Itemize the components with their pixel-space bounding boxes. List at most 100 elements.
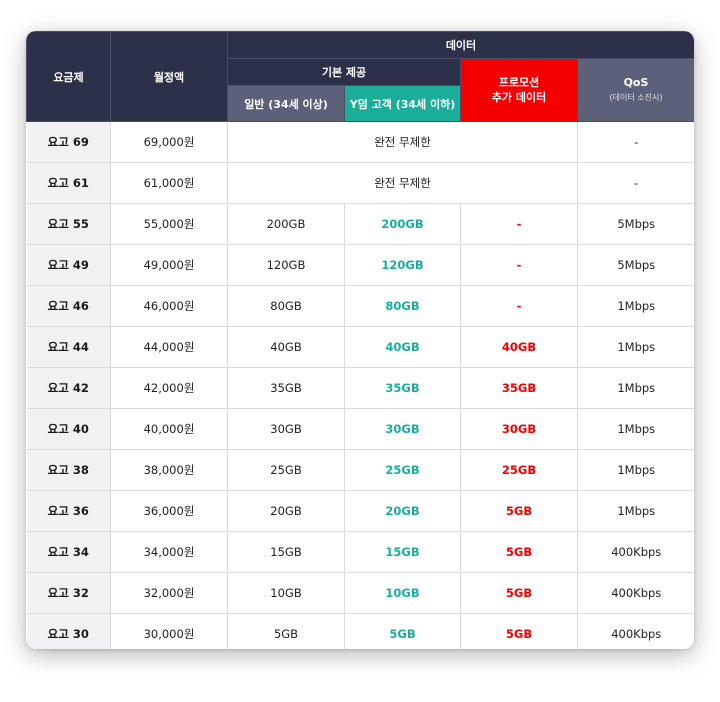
table-row: 요고 30 30,000원 5GB 5GB 5GB 400Kbps bbox=[26, 613, 694, 649]
price-cell: 40,000원 bbox=[110, 408, 228, 450]
table-body: 요고 69 69,000원 완전 무제한 - 요고 61 61,000원 완전 … bbox=[26, 121, 694, 649]
qos-cell: 400Kbps bbox=[577, 572, 694, 614]
plan-cell: 요고 36 bbox=[26, 490, 111, 532]
table-row: 요고 46 46,000원 80GB 80GB - 1Mbps bbox=[26, 285, 694, 327]
qos-cell: 400Kbps bbox=[577, 531, 694, 573]
price-cell: 55,000원 bbox=[110, 203, 228, 245]
plan-table-card: 요금제 월정액 데이터 기본 제공 프로모션 추가 데이터 QoS (데이터 소… bbox=[26, 31, 694, 649]
ydum-data-cell: 30GB bbox=[344, 408, 461, 450]
general-data-cell: 5GB bbox=[227, 613, 345, 649]
general-data-cell: 25GB bbox=[227, 449, 345, 491]
price-cell: 36,000원 bbox=[110, 490, 228, 532]
promo-data-cell: 30GB bbox=[460, 408, 578, 450]
plan-cell: 요고 40 bbox=[26, 408, 111, 450]
unlimited-cell: 완전 무제한 bbox=[227, 121, 578, 163]
plan-cell: 요고 69 bbox=[26, 121, 111, 163]
general-data-cell: 80GB bbox=[227, 285, 345, 327]
table-row: 요고 32 32,000원 10GB 10GB 5GB 400Kbps bbox=[26, 572, 694, 614]
ydum-data-cell: 40GB bbox=[344, 326, 461, 368]
promo-data-cell: - bbox=[460, 285, 578, 327]
general-data-cell: 20GB bbox=[227, 490, 345, 532]
promo-data-cell: - bbox=[460, 203, 578, 245]
ydum-data-cell: 200GB bbox=[344, 203, 461, 245]
table-row: 요고 34 34,000원 15GB 15GB 5GB 400Kbps bbox=[26, 531, 694, 573]
table-header: 요금제 월정액 데이터 기본 제공 프로모션 추가 데이터 QoS (데이터 소… bbox=[26, 31, 694, 122]
promo-data-cell: 25GB bbox=[460, 449, 578, 491]
qos-cell: 1Mbps bbox=[577, 326, 694, 368]
unlimited-cell: 완전 무제한 bbox=[227, 162, 578, 204]
price-cell: 44,000원 bbox=[110, 326, 228, 368]
plan-comparison-table: 요금제 월정액 데이터 기본 제공 프로모션 추가 데이터 QoS (데이터 소… bbox=[26, 31, 694, 649]
general-data-cell: 10GB bbox=[227, 572, 345, 614]
header-ydum: Y덤 고객 (34세 이하) bbox=[344, 85, 461, 122]
plan-cell: 요고 46 bbox=[26, 285, 111, 327]
qos-cell: 5Mbps bbox=[577, 203, 694, 245]
header-promo-line1: 프로모션 bbox=[498, 76, 540, 89]
ydum-data-cell: 10GB bbox=[344, 572, 461, 614]
price-cell: 69,000원 bbox=[110, 121, 228, 163]
ydum-data-cell: 20GB bbox=[344, 490, 461, 532]
header-plan: 요금제 bbox=[26, 31, 111, 122]
promo-data-cell: 5GB bbox=[460, 490, 578, 532]
ydum-data-cell: 120GB bbox=[344, 244, 461, 286]
promo-data-cell: 5GB bbox=[460, 572, 578, 614]
price-cell: 61,000원 bbox=[110, 162, 228, 204]
ydum-data-cell: 15GB bbox=[344, 531, 461, 573]
header-general: 일반 (34세 이상) bbox=[227, 85, 345, 122]
promo-data-cell: 5GB bbox=[460, 613, 578, 649]
header-qos-label: QoS bbox=[623, 76, 649, 89]
qos-cell: - bbox=[577, 162, 694, 204]
general-data-cell: 200GB bbox=[227, 203, 345, 245]
plan-cell: 요고 38 bbox=[26, 449, 111, 491]
plan-cell: 요고 30 bbox=[26, 613, 111, 649]
general-data-cell: 35GB bbox=[227, 367, 345, 409]
price-cell: 34,000원 bbox=[110, 531, 228, 573]
general-data-cell: 40GB bbox=[227, 326, 345, 368]
promo-data-cell: 35GB bbox=[460, 367, 578, 409]
qos-cell: 1Mbps bbox=[577, 490, 694, 532]
price-cell: 32,000원 bbox=[110, 572, 228, 614]
plan-cell: 요고 61 bbox=[26, 162, 111, 204]
promo-data-cell: 40GB bbox=[460, 326, 578, 368]
qos-cell: 1Mbps bbox=[577, 449, 694, 491]
plan-cell: 요고 55 bbox=[26, 203, 111, 245]
header-data: 데이터 bbox=[227, 31, 694, 59]
header-qos-note: (데이터 소진시) bbox=[609, 93, 663, 102]
table-row: 요고 55 55,000원 200GB 200GB - 5Mbps bbox=[26, 203, 694, 245]
header-promo: 프로모션 추가 데이터 bbox=[460, 58, 578, 122]
general-data-cell: 120GB bbox=[227, 244, 345, 286]
qos-cell: 1Mbps bbox=[577, 408, 694, 450]
qos-cell: - bbox=[577, 121, 694, 163]
plan-cell: 요고 42 bbox=[26, 367, 111, 409]
price-cell: 30,000원 bbox=[110, 613, 228, 649]
ydum-data-cell: 25GB bbox=[344, 449, 461, 491]
ydum-data-cell: 35GB bbox=[344, 367, 461, 409]
table-row: 요고 40 40,000원 30GB 30GB 30GB 1Mbps bbox=[26, 408, 694, 450]
table-row: 요고 36 36,000원 20GB 20GB 5GB 1Mbps bbox=[26, 490, 694, 532]
header-qos: QoS (데이터 소진시) bbox=[577, 58, 694, 122]
price-cell: 42,000원 bbox=[110, 367, 228, 409]
plan-cell: 요고 44 bbox=[26, 326, 111, 368]
price-cell: 46,000원 bbox=[110, 285, 228, 327]
plan-cell: 요고 32 bbox=[26, 572, 111, 614]
table-row: 요고 44 44,000원 40GB 40GB 40GB 1Mbps bbox=[26, 326, 694, 368]
general-data-cell: 30GB bbox=[227, 408, 345, 450]
table-row: 요고 49 49,000원 120GB 120GB - 5Mbps bbox=[26, 244, 694, 286]
plan-cell: 요고 49 bbox=[26, 244, 111, 286]
table-row: 요고 69 69,000원 완전 무제한 - bbox=[26, 121, 694, 163]
table-row: 요고 38 38,000원 25GB 25GB 25GB 1Mbps bbox=[26, 449, 694, 491]
header-basic: 기본 제공 bbox=[227, 58, 461, 86]
ydum-data-cell: 80GB bbox=[344, 285, 461, 327]
ydum-data-cell: 5GB bbox=[344, 613, 461, 649]
header-price: 월정액 bbox=[110, 31, 228, 122]
price-cell: 38,000원 bbox=[110, 449, 228, 491]
qos-cell: 5Mbps bbox=[577, 244, 694, 286]
header-promo-line2: 추가 데이터 bbox=[491, 91, 547, 104]
qos-cell: 1Mbps bbox=[577, 285, 694, 327]
table-row: 요고 61 61,000원 완전 무제한 - bbox=[26, 162, 694, 204]
plan-cell: 요고 34 bbox=[26, 531, 111, 573]
qos-cell: 1Mbps bbox=[577, 367, 694, 409]
price-cell: 49,000원 bbox=[110, 244, 228, 286]
promo-data-cell: 5GB bbox=[460, 531, 578, 573]
qos-cell: 400Kbps bbox=[577, 613, 694, 649]
